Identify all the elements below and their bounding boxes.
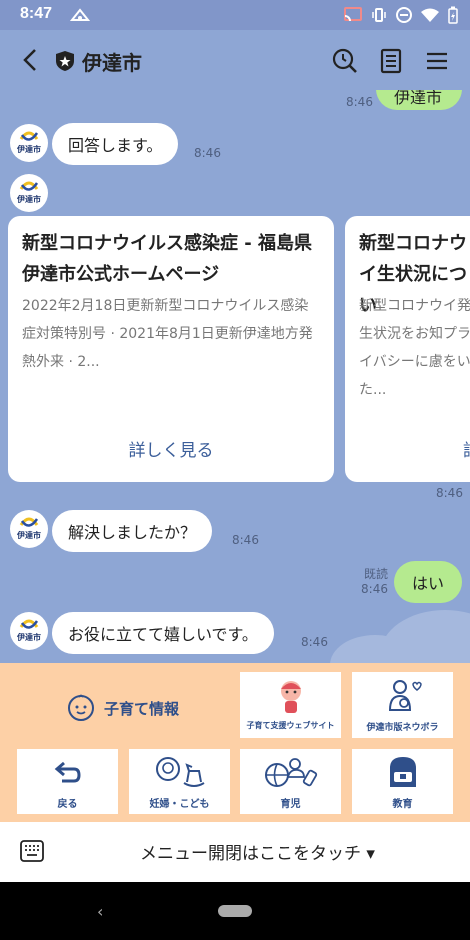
cast-icon	[344, 7, 362, 22]
bot-avatar[interactable]: 伊達市	[10, 612, 48, 650]
tile-label: 伊達市版ネウボラ	[366, 723, 439, 733]
pregnancy-children-tile[interactable]: 妊婦・こども	[129, 749, 230, 814]
outgoing-message[interactable]: はい	[394, 561, 463, 603]
outgoing-message[interactable]: 伊達市	[376, 90, 462, 110]
message-text: 解決しましたか？	[68, 523, 197, 542]
read-label: 既読	[363, 567, 388, 581]
link-card[interactable]: 新型コロナウイ生状況につい 新型コロナウイ発生状況をお知プライバシーに慮をいた.…	[345, 216, 470, 482]
rich-menu: 子育て情報 子育て支援ウェブサイト 伊達市版ネウボラ 戻る 妊婦・こども 育児 …	[0, 663, 470, 822]
cloud-sync-icon	[70, 8, 90, 21]
card-description: 2022年2月18日更新新型コロナウイルス感染症対策特別号 · 2021年8月1…	[22, 298, 313, 370]
incoming-message[interactable]: 解決しましたか？	[52, 510, 213, 552]
avatar-label: 伊達市	[17, 531, 41, 540]
card-title: 新型コロナウイルス感染症 - 福島県伊達市公式ホームページ	[22, 233, 313, 285]
status-time: 8:47	[20, 5, 53, 22]
city-logo-icon	[19, 181, 39, 191]
vibrate-icon	[372, 8, 386, 22]
education-tile[interactable]: 教育	[352, 749, 453, 814]
city-logo-icon	[19, 517, 39, 527]
nav-home-pill[interactable]	[218, 905, 252, 917]
childcare-website-tile[interactable]: 子育て支援ウェブサイト	[240, 672, 341, 738]
childcare-info-label: 子育て情報	[104, 700, 180, 718]
system-nav-bar: ‹	[0, 882, 470, 940]
card-more-link[interactable]: 詳しく見る	[8, 436, 334, 461]
nav-back-icon[interactable]: ‹	[97, 902, 103, 921]
menu-toggle-bar[interactable]: メニュー開閉はここをタッチ ▾	[0, 822, 470, 882]
status-bar: 8:47	[0, 0, 470, 30]
battery-icon	[448, 6, 458, 24]
dnd-icon	[396, 7, 412, 23]
tile-label: 戻る	[57, 799, 78, 810]
neuvola-tile[interactable]: 伊達市版ネウボラ	[352, 672, 453, 738]
bot-avatar[interactable]: 伊達市	[10, 510, 48, 548]
chat-title: 伊達市	[82, 51, 142, 75]
chat-area[interactable]: 伊達市 8:46 伊達市 回答します。 8:46 伊達市 新型コロナウイルス感染…	[0, 90, 470, 663]
wifi-icon	[421, 8, 439, 22]
card-description: 新型コロナウイ発生状況をお知プライバシーに慮をいた...	[359, 298, 470, 398]
read-receipt: 既読 8:46	[356, 567, 388, 597]
back-arrow-icon[interactable]	[18, 46, 44, 74]
chat-header: 伊達市	[0, 30, 470, 90]
message-time: 8:46	[436, 486, 463, 500]
menu-toggle-label[interactable]: メニュー開閉はここをタッチ ▾	[140, 839, 375, 864]
parenting-tile[interactable]: 育児	[240, 749, 341, 814]
tile-label: 子育て支援ウェブサイト	[246, 721, 335, 730]
child-character-icon	[281, 681, 301, 713]
incoming-message[interactable]: 回答します。	[52, 123, 179, 165]
baby-face-icon	[68, 694, 94, 721]
message-time: 8:46	[346, 95, 373, 109]
city-logo-icon	[19, 131, 39, 141]
parent-child-icon	[388, 680, 422, 711]
tile-label: 教育	[392, 799, 413, 810]
verified-shield-icon	[56, 51, 74, 71]
baby-rocking-horse-icon	[156, 757, 205, 787]
avatar-label: 伊達市	[17, 195, 41, 204]
message-text: 伊達市	[394, 90, 443, 107]
message-text: 回答します。	[68, 136, 163, 155]
incoming-message[interactable]: お役に立てて嬉しいです。	[52, 612, 274, 654]
card-more-link[interactable]: 詳	[463, 436, 470, 461]
menu-icon[interactable]	[423, 47, 451, 75]
message-time: 8:46	[232, 533, 259, 547]
ball-duck-bottle-icon	[265, 758, 318, 787]
avatar-label: 伊達市	[17, 633, 41, 642]
bot-avatar[interactable]: 伊達市	[10, 174, 48, 212]
message-text: お役に立てて嬉しいです。	[68, 625, 258, 644]
avatar-label: 伊達市	[17, 145, 41, 154]
return-arrow-icon	[54, 761, 81, 783]
message-time: 8:46	[361, 582, 388, 596]
backpack-icon	[390, 757, 416, 787]
message-time: 8:46	[194, 146, 221, 160]
tile-label: 妊婦・こども	[149, 799, 210, 810]
notes-icon[interactable]	[377, 47, 405, 75]
link-card[interactable]: 新型コロナウイルス感染症 - 福島県伊達市公式ホームページ 2022年2月18日…	[8, 216, 334, 482]
back-tile[interactable]: 戻る	[17, 749, 118, 814]
message-text: はい	[412, 574, 445, 593]
keyboard-icon[interactable]	[20, 840, 44, 862]
city-logo-icon	[19, 619, 39, 629]
bot-avatar[interactable]: 伊達市	[10, 124, 48, 162]
childcare-info-header[interactable]: 子育て情報	[18, 671, 228, 739]
message-time: 8:46	[301, 635, 328, 649]
search-history-icon[interactable]	[331, 47, 359, 75]
tile-label: 育児	[280, 799, 301, 810]
